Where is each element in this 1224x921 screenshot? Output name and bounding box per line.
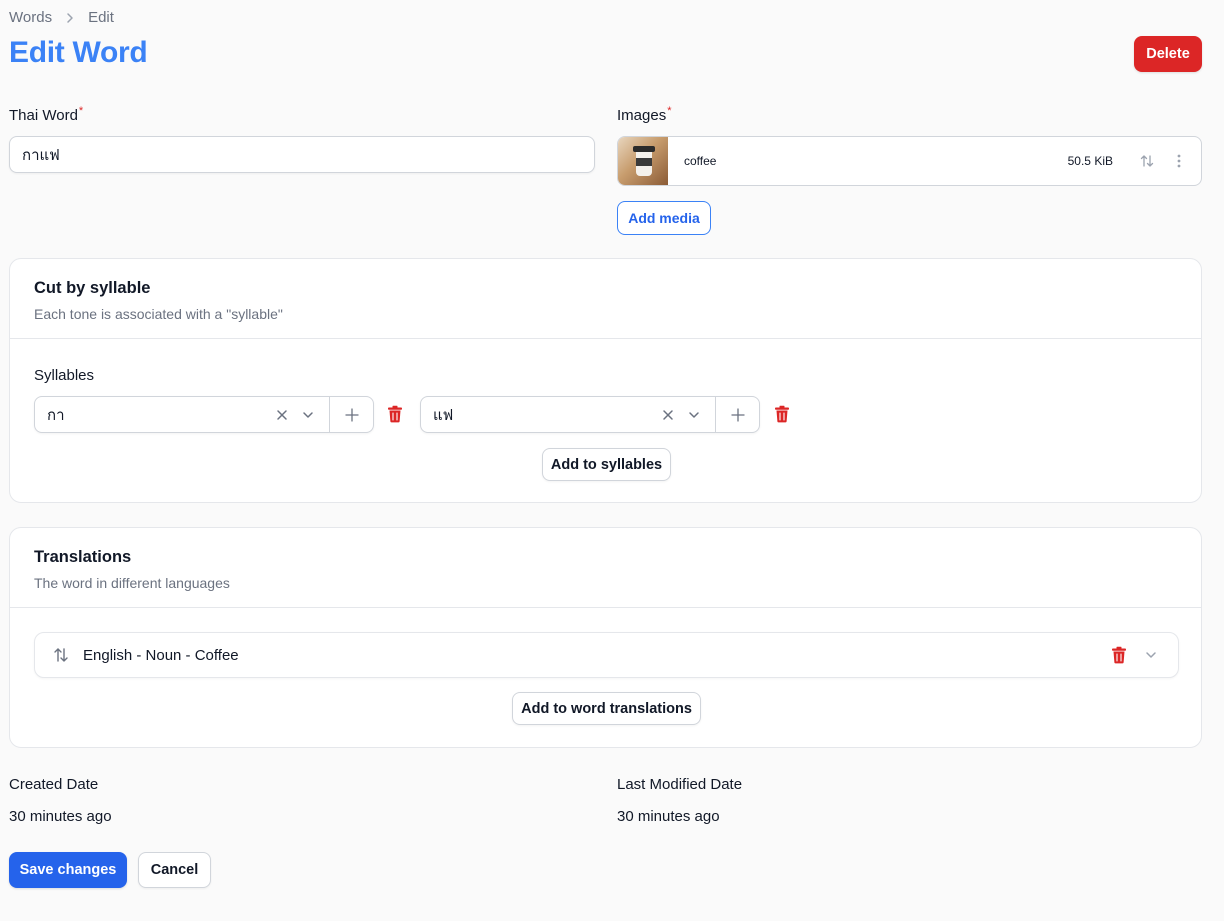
save-changes-button[interactable]: Save changes [9, 852, 127, 888]
thai-word-value: กาแฟ [22, 146, 60, 164]
translation-item[interactable]: English - Noun - Coffee [34, 632, 1179, 678]
clear-icon[interactable] [271, 404, 293, 426]
plus-icon[interactable] [715, 397, 759, 432]
more-vertical-icon[interactable] [1169, 151, 1189, 171]
translations-section: Translations The word in different langu… [9, 527, 1202, 748]
breadcrumb-current: Edit [88, 9, 114, 26]
add-syllable-button[interactable]: Add to syllables [542, 448, 671, 481]
plus-icon[interactable] [329, 397, 373, 432]
trash-icon[interactable] [386, 404, 404, 424]
thai-word-label: Thai Word* [9, 105, 84, 124]
breadcrumb: Words Edit [9, 9, 114, 26]
cancel-button[interactable]: Cancel [138, 852, 211, 888]
trash-icon[interactable] [1110, 645, 1128, 665]
translation-label: English - Noun - Coffee [83, 646, 239, 664]
section-header: Cut by syllable Each tone is associated … [10, 259, 1201, 339]
section-title: Translations [34, 548, 132, 566]
section-title: Cut by syllable [34, 279, 151, 297]
section-description: Each tone is associated with a "syllable… [34, 306, 283, 322]
required-mark: * [78, 105, 84, 117]
modified-date-value: 30 minutes ago [617, 808, 720, 825]
page-title: Edit Word [9, 36, 148, 69]
reorder-arrows-icon[interactable] [51, 645, 71, 665]
syllable-value: กา [47, 406, 65, 424]
syllable-value: แฟ [433, 406, 454, 424]
media-item[interactable]: coffee 50.5 KiB [617, 136, 1202, 186]
coffee-thumbnail[interactable] [618, 137, 668, 185]
images-label: Images* [617, 105, 672, 124]
syllable-section: Cut by syllable Each tone is associated … [9, 258, 1202, 503]
media-file-size: 50.5 KiB [1067, 154, 1113, 168]
chevron-right-icon [64, 12, 76, 24]
created-date-value: 30 minutes ago [9, 808, 112, 825]
add-translation-button[interactable]: Add to word translations [512, 692, 701, 725]
syllable-select[interactable]: แฟ [420, 396, 760, 433]
delete-button[interactable]: Delete [1134, 36, 1202, 72]
images-label-text: Images [617, 107, 667, 124]
thai-word-input[interactable]: กาแฟ [9, 136, 595, 173]
section-header: Translations The word in different langu… [10, 528, 1201, 608]
breadcrumb-words-link[interactable]: Words [9, 9, 52, 26]
trash-icon[interactable] [773, 404, 791, 424]
clear-icon[interactable] [657, 404, 679, 426]
syllable-select[interactable]: กา [34, 396, 374, 433]
chevron-down-icon[interactable] [683, 404, 705, 426]
chevron-down-icon[interactable] [297, 404, 319, 426]
reorder-arrows-icon[interactable] [1137, 151, 1157, 171]
thai-word-label-text: Thai Word [9, 107, 78, 124]
media-file-name: coffee [684, 154, 717, 168]
created-date-label: Created Date [9, 776, 99, 793]
modified-date-label: Last Modified Date [617, 776, 743, 793]
syllables-label: Syllables [34, 367, 95, 384]
add-media-button[interactable]: Add media [617, 201, 711, 235]
chevron-down-icon[interactable] [1142, 646, 1160, 664]
section-description: The word in different languages [34, 575, 230, 591]
required-mark: * [667, 105, 672, 117]
